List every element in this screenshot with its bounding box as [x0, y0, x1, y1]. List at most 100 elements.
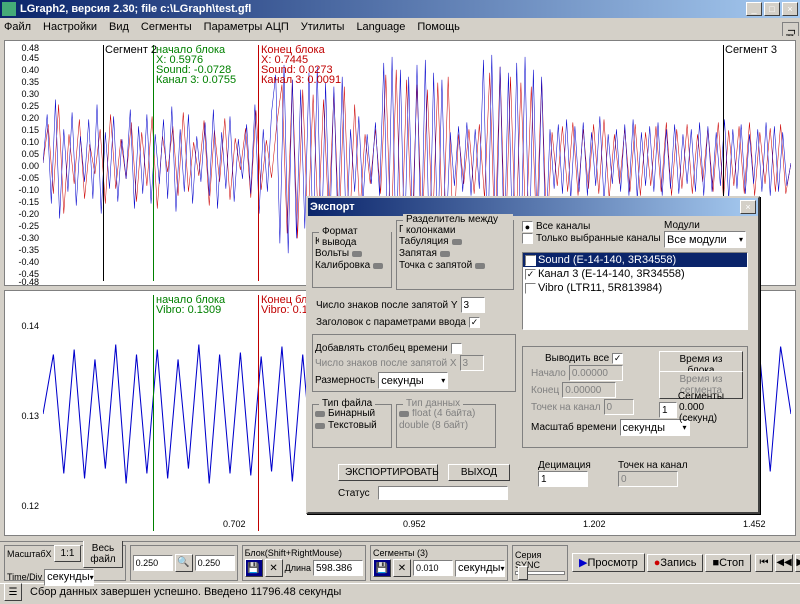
window-title: LGraph2, версия 2.30; file c:\LGraph\tes… — [20, 3, 746, 15]
ytick: 0.05 — [21, 149, 39, 159]
block-label: Блок(Shift+RightMouse) — [245, 548, 342, 558]
spin-2[interactable] — [195, 555, 235, 571]
seg-spin[interactable] — [413, 560, 453, 576]
seg-save-icon[interactable]: 💾 — [373, 559, 391, 577]
block-start-line-2[interactable] — [153, 295, 154, 531]
ytick: -0.48 — [18, 277, 39, 286]
bottom-panel: МасштабX1:1Весь файл Time/Divсекунды 🔍 Б… — [0, 541, 800, 583]
scale-all-button[interactable]: Весь файл — [83, 540, 122, 568]
segment-num-field[interactable] — [659, 402, 677, 418]
menu-language[interactable]: Language — [356, 21, 405, 33]
block-end-line-2[interactable] — [258, 295, 259, 531]
sep-comma[interactable]: Запятая — [399, 248, 511, 259]
digits-x-label: Число знаков после запятой X — [315, 358, 457, 369]
ytick: 0.20 — [21, 113, 39, 123]
menu-help[interactable]: Помощь — [417, 21, 460, 33]
xtick: 0.702 — [223, 519, 246, 529]
chart1-yaxis: 0.48 0.45 0.40 0.35 0.30 0.25 0.20 0.15 … — [7, 41, 41, 285]
xtick: 0.952 — [403, 519, 426, 529]
ytick: 0.30 — [21, 89, 39, 99]
preview-button[interactable]: ▶Просмотр — [572, 553, 645, 572]
close-button[interactable]: × — [782, 2, 798, 16]
header-checkbox[interactable]: ✓ — [469, 317, 480, 328]
sep-semicolon[interactable]: Точка с запятой — [399, 260, 511, 271]
minimize-button[interactable]: _ — [746, 2, 762, 16]
digits-y-input[interactable] — [461, 297, 485, 313]
sep-tab[interactable]: Табуляция — [399, 236, 511, 247]
next-icon[interactable]: ▶▶ — [795, 554, 800, 572]
output-all-label: Выводить все — [545, 353, 609, 364]
first-icon[interactable]: ⏮ — [755, 554, 773, 572]
channel-item-sound[interactable]: ✓Sound (E-14-140, 3R34558) — [523, 253, 747, 267]
prev-icon[interactable]: ◀◀ — [775, 554, 793, 572]
format-group-title: Формат вывода — [319, 226, 391, 248]
export-button[interactable]: ЭКСПОРТИРОВАТЬ — [338, 464, 438, 481]
save-icon[interactable]: 💾 — [245, 559, 263, 577]
filetype-binary[interactable]: Бинарный — [315, 408, 389, 419]
seg-delete-icon[interactable]: ✕ — [393, 559, 411, 577]
dialog-titlebar[interactable]: Экспорт × — [308, 198, 758, 216]
menu-file[interactable]: Файл — [4, 21, 31, 33]
scale-11-button[interactable]: 1:1 — [54, 545, 82, 562]
record-button[interactable]: ●Запись — [647, 554, 704, 572]
block-end-line[interactable] — [258, 45, 259, 281]
pts-label: Точек на канал — [531, 402, 601, 413]
segment-time-label: 0.000 (секунд) — [679, 402, 743, 424]
channels-list[interactable]: ✓Sound (E-14-140, 3R34558) ✓Канал 3 (E-1… — [522, 252, 748, 330]
seg2-label: Сегмент 2 — [105, 45, 157, 55]
ytick: -0.30 — [18, 233, 39, 243]
decimation-field[interactable] — [538, 471, 588, 487]
segment2-line[interactable] — [103, 45, 104, 281]
app-icon — [2, 2, 16, 16]
series-slider[interactable] — [515, 571, 565, 575]
exit-button[interactable]: ВЫХОД — [448, 464, 510, 481]
spin-1[interactable] — [133, 555, 173, 571]
dimension-label: Размерность — [315, 375, 375, 386]
status-icon[interactable]: ☰ — [4, 583, 22, 601]
ytick: 0.00 — [21, 161, 39, 171]
maximize-button[interactable]: □ — [764, 2, 780, 16]
channel-item-ch3[interactable]: ✓Канал 3 (E-14-140, 3R34558) — [523, 267, 747, 281]
timecol-checkbox[interactable] — [451, 343, 462, 354]
zoom-in-icon[interactable]: 🔍 — [175, 554, 193, 572]
menu-settings[interactable]: Настройки — [43, 21, 97, 33]
delete-icon[interactable]: ✕ — [265, 559, 283, 577]
datatype-group: Тип данных float (4 байта) double (8 бай… — [396, 404, 496, 448]
ytick: 0.12 — [21, 501, 39, 511]
channel-item-vibro[interactable]: Vibro (LTR11, 5R813984) — [523, 281, 747, 295]
end-field — [562, 382, 616, 398]
ytick: 0.35 — [21, 77, 39, 87]
menu-utils[interactable]: Утилиты — [301, 21, 345, 33]
dialog-close-button[interactable]: × — [740, 200, 756, 214]
datatype-double: double (8 байт) — [399, 420, 493, 431]
decimation-label: Децимация — [538, 460, 591, 471]
format-volts[interactable]: Вольты — [315, 248, 389, 259]
menu-view[interactable]: Вид — [109, 21, 129, 33]
segments-count-label: Сегменты (3) — [373, 548, 428, 558]
main-titlebar: LGraph2, версия 2.30; file c:\LGraph\tes… — [0, 0, 800, 18]
filetype-text[interactable]: Текстовый — [315, 420, 389, 431]
len-field — [313, 560, 363, 576]
modules-combo[interactable]: Все модули — [664, 231, 746, 248]
status-text: Сбор данных завершен успешно. Введено 11… — [30, 586, 341, 598]
menu-segments[interactable]: Сегменты — [141, 21, 192, 33]
segments-label: Сегменты — [659, 391, 743, 402]
menubar: Файл Настройки Вид Сегменты Параметры АЦ… — [0, 18, 800, 36]
export-dialog: Экспорт × Формат вывода Коды АЦП Вольты … — [306, 196, 760, 514]
block-start-line[interactable] — [153, 45, 154, 281]
stop-button[interactable]: ■Стоп — [705, 554, 751, 572]
datatype-title: Тип данных — [403, 398, 463, 409]
seg-unit-combo[interactable]: секунды — [455, 560, 505, 577]
all-channels-radio[interactable]: ●Все каналы — [522, 221, 661, 232]
digits-x-input — [460, 355, 484, 371]
menu-adc[interactable]: Параметры АЦП — [204, 21, 289, 33]
output-all-checkbox[interactable]: ✓ — [612, 353, 623, 364]
separator-group: Разделитель между колонками Пробел Табул… — [396, 220, 514, 290]
modules-label: Модули — [664, 220, 746, 231]
xtick: 1.452 — [743, 519, 766, 529]
dimension-combo[interactable]: секунды — [378, 372, 448, 389]
scale-x-label: МасштабX — [7, 549, 52, 559]
timediv-combo[interactable]: секунды — [44, 569, 94, 586]
format-calib[interactable]: Калибровка — [315, 260, 389, 271]
sel-channels-radio[interactable]: Только выбранные каналы — [522, 233, 661, 244]
